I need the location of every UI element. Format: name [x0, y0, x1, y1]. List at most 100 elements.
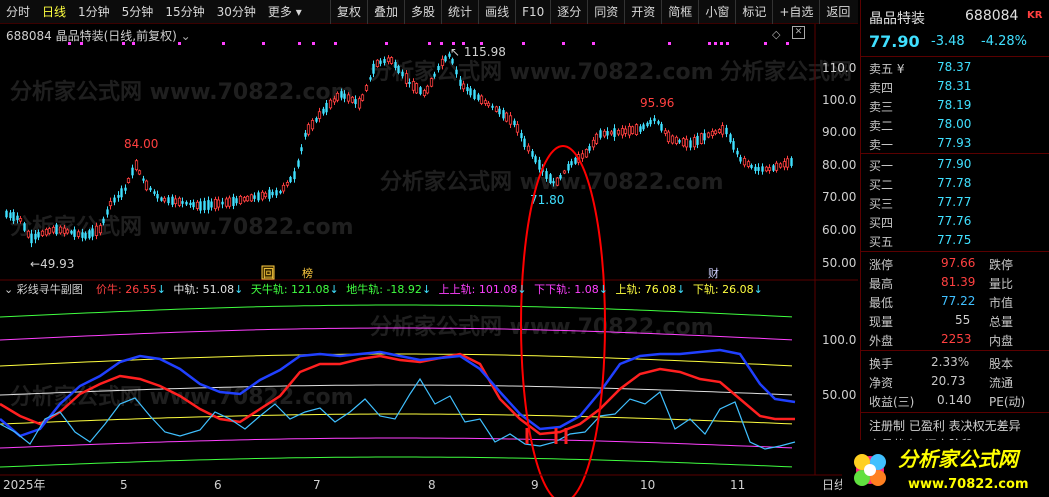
stock-name: 晶品特装 [869, 11, 925, 27]
stat-row: 涨停 97.66 跌停 [861, 254, 1049, 274]
bid-price: 77.77 [937, 195, 972, 209]
price-axis-label: 80.00 [822, 158, 856, 172]
simple-frame-button[interactable]: 简框 [661, 0, 698, 24]
ask-row[interactable]: 卖二 78.00 [861, 115, 1049, 135]
price-axis-label: 60.00 [822, 223, 856, 237]
stat-row: 现量 55 总量 [861, 311, 1049, 331]
x-axis-label: 5 [120, 478, 128, 492]
quote-header: 晶品特装 688084 KR [861, 4, 1049, 28]
finance-label: 股本 [989, 357, 1014, 371]
stat-value: 2253 [941, 332, 972, 346]
watermark-text: 分析家公式网 www.70822.com [10, 79, 354, 105]
same-fund-button[interactable]: 同资 [587, 0, 624, 24]
add-watchlist-button[interactable]: +自选 [772, 0, 819, 24]
open-fund-button[interactable]: 开资 [624, 0, 661, 24]
high-annotation: ↖ 115.98 [450, 45, 506, 59]
tab-daily[interactable]: 日线 [36, 0, 72, 24]
ask-price: 77.93 [937, 136, 972, 150]
overlay-button[interactable]: 叠加 [367, 0, 404, 24]
ask-row[interactable]: 卖三 78.19 [861, 96, 1049, 116]
stock-tags: 注册制 已盈利 表决权无差异 [869, 419, 1021, 433]
bid-row[interactable]: 买二 77.78 [861, 174, 1049, 194]
ask-row[interactable]: 卖一 77.93 [861, 134, 1049, 154]
bid-row[interactable]: 买一 77.90 [861, 155, 1049, 175]
stat-row: 最低 77.22 市值 [861, 292, 1049, 312]
price-axis-label: 90.00 [822, 125, 856, 139]
bid-price: 77.75 [937, 233, 972, 247]
tab-30min[interactable]: 30分钟 [211, 0, 262, 24]
back-button[interactable]: 返回 [819, 0, 856, 24]
x-axis-label: 6 [214, 478, 222, 492]
price-axis-label: 100.0 [822, 93, 856, 107]
ind-value: 下下轨: 1.08 [534, 283, 599, 296]
tab-more[interactable]: 更多 ▾ [262, 0, 308, 24]
marker-bang[interactable]: 榜 [302, 266, 313, 280]
logo-title: 分析家公式网 [898, 447, 1021, 471]
x-axis-label: 7 [313, 478, 321, 492]
tab-timeshare[interactable]: 分时 [0, 0, 36, 24]
stats-button[interactable]: 统计 [441, 0, 478, 24]
indicator-name[interactable]: 彩线寻牛副图 [17, 283, 83, 296]
bid-price: 77.90 [937, 157, 972, 171]
stat-label: 最低 [869, 296, 894, 310]
bid-label: 买一 [869, 159, 894, 173]
stat-value: 81.39 [941, 275, 976, 289]
bid-row[interactable]: 买三 77.77 [861, 193, 1049, 213]
bid-row[interactable]: 买四 77.76 [861, 212, 1049, 232]
stat-value: 77.22 [941, 294, 976, 308]
finance-row: 净资 20.73 流通 [861, 372, 1049, 392]
ind-value: 上上轨: 101.08 [438, 283, 518, 296]
f10-button[interactable]: F10 [515, 0, 550, 24]
chart-title: 688084 晶品特装(日线,前复权) ⌄ [6, 27, 191, 44]
tags-row: 注册制 已盈利 表决权无差异 [861, 415, 1049, 435]
ask-row[interactable]: 卖四 78.31 [861, 77, 1049, 97]
ask-price: 78.19 [937, 98, 972, 112]
stat-label: 内盘 [989, 334, 1014, 348]
chevron-down-icon[interactable]: ⌄ [181, 29, 191, 43]
bid-label: 买四 [869, 216, 894, 230]
diamond-icon[interactable]: ◇ [772, 28, 780, 41]
finance-label: 净资 [869, 376, 894, 390]
ask-row[interactable]: 卖五 ¥ 78.37 [861, 58, 1049, 78]
draw-line-button[interactable]: 画线 [478, 0, 515, 24]
close-icon[interactable]: ✕ [792, 26, 805, 39]
fuquan-button[interactable]: 复权 [330, 0, 367, 24]
stat-value: 55 [955, 313, 971, 327]
x-axis-label: 10 [640, 478, 655, 492]
chevron-down-icon[interactable]: ⌄ [4, 283, 13, 296]
stat-value: 97.66 [941, 256, 976, 270]
multi-stock-button[interactable]: 多股 [404, 0, 441, 24]
x-axis-label: 11 [730, 478, 745, 492]
bid-price: 77.76 [937, 214, 972, 228]
tab-5min[interactable]: 5分钟 [116, 0, 160, 24]
ask-label: 卖五 ¥ [869, 62, 905, 76]
ask-price: 78.31 [937, 79, 972, 93]
price-axis-label: 70.00 [822, 190, 856, 204]
marker-hui[interactable]: 回 [263, 267, 274, 280]
indicator-axis-label: 50.00 [822, 388, 856, 402]
small-window-button[interactable]: 小窗 [698, 0, 735, 24]
marker-cai[interactable]: 财 [708, 266, 719, 280]
stat-label: 外盘 [869, 334, 894, 348]
tool-buttons: 复权 叠加 多股 统计 画线 F10 逐分 同资 开资 简框 小窗 标记 +自选… [330, 0, 856, 24]
bid-row[interactable]: 买五 77.75 [861, 231, 1049, 251]
ask-label: 卖三 [869, 100, 894, 114]
chart-area[interactable]: 分析家公式网 www.70822.com 分析家公式网 www.70822.co… [0, 24, 858, 497]
last-price: 77.90 [869, 32, 920, 51]
kline-chart[interactable]: 分析家公式网 www.70822.com 分析家公式网 www.70822.co… [0, 24, 858, 497]
tab-1min[interactable]: 1分钟 [72, 0, 116, 24]
price-change-pct: -4.28% [981, 34, 1027, 49]
peak1-annotation: 84.00 [124, 137, 158, 151]
indicator-values: 价牛: 26.55↓ 中轨: 51.08↓ 天牛轨: 121.08↓ 地牛轨: … [96, 283, 763, 296]
by-minute-button[interactable]: 逐分 [550, 0, 587, 24]
watermark-text: 分析家公式网 www.70822.com [380, 169, 724, 195]
stat-label: 量比 [989, 277, 1014, 291]
site-logo: 分析家公式网 www.70822.com [842, 440, 1049, 497]
tab-15min[interactable]: 15分钟 [159, 0, 210, 24]
stat-label: 最高 [869, 277, 894, 291]
finance-label: 收益(三) [869, 395, 915, 409]
ask-price: 78.00 [937, 117, 972, 131]
logo-url: www.70822.com [908, 477, 1029, 492]
mark-button[interactable]: 标记 [735, 0, 772, 24]
top-toolbar: 分时 日线 1分钟 5分钟 15分钟 30分钟 更多 ▾ 复权 叠加 多股 统计… [0, 0, 858, 24]
